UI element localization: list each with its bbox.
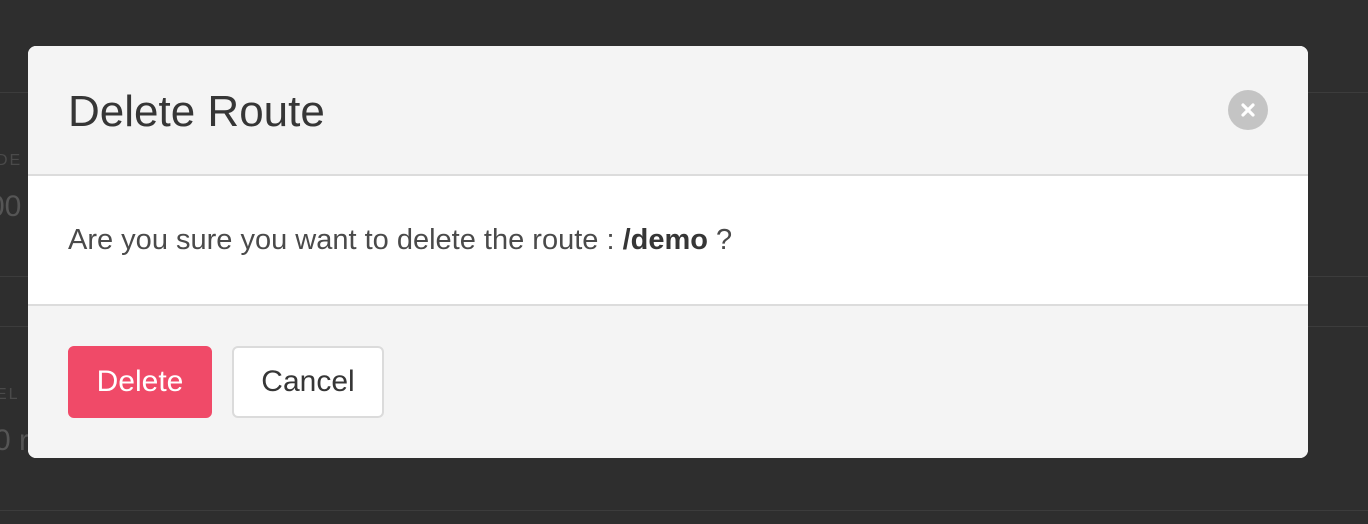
- close-button[interactable]: [1228, 90, 1268, 130]
- route-name: /demo: [622, 224, 708, 256]
- message-suffix: ?: [707, 224, 733, 256]
- modal-body: Are you sure you want to delete the rout…: [28, 176, 1308, 306]
- background-label: DE: [0, 152, 23, 169]
- confirmation-message: Are you sure you want to delete the rout…: [68, 222, 732, 258]
- modal-footer: Delete Cancel: [28, 306, 1308, 458]
- message-prefix: Are you sure you want to delete the rout…: [68, 224, 623, 256]
- background-divider: [0, 510, 1368, 511]
- background-value: 00: [0, 190, 22, 223]
- modal-header: Delete Route: [28, 46, 1308, 176]
- delete-route-modal: Delete Route Are you sure you want to de…: [28, 46, 1308, 458]
- modal-title: Delete Route: [68, 87, 325, 136]
- cancel-button[interactable]: Cancel: [232, 346, 384, 418]
- background-label: EL: [0, 386, 20, 403]
- close-icon: [1241, 103, 1255, 117]
- delete-button[interactable]: Delete: [68, 346, 212, 418]
- background-value: 0 r: [0, 424, 30, 457]
